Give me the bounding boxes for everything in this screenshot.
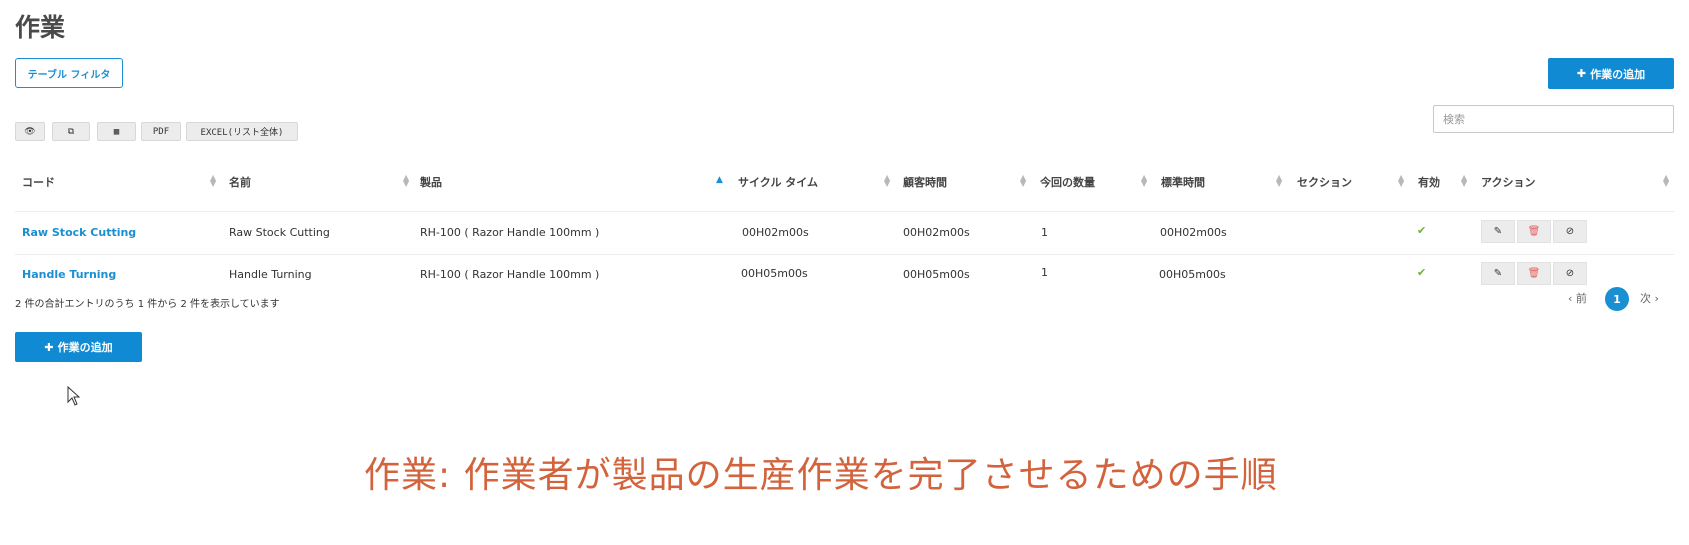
check-icon: ✔ xyxy=(1417,224,1427,237)
pagination-prev[interactable]: ‹ 前 xyxy=(1568,290,1587,306)
sort-asc-icon[interactable]: ▲ xyxy=(716,175,723,185)
column-header-section[interactable]: セクション xyxy=(1297,174,1352,190)
column-header-standard-time[interactable]: 標準時間 xyxy=(1161,174,1205,190)
sort-icon[interactable]: ▲ ▼ xyxy=(1020,174,1026,188)
row-product: RH-100 ( Razor Handle 100mm ) xyxy=(420,226,600,239)
sort-icon[interactable]: ▲ ▼ xyxy=(1276,174,1282,188)
row-customer-time: 00H05m00s xyxy=(903,268,970,281)
row-name: Raw Stock Cutting xyxy=(229,226,330,239)
column-header-name[interactable]: 名前 xyxy=(229,174,251,190)
excel-button[interactable]: EXCEL(リスト全体) xyxy=(186,122,298,141)
pdf-button[interactable]: PDF xyxy=(141,122,181,141)
disable-button[interactable]: ⊘ xyxy=(1553,262,1587,285)
column-header-actions[interactable]: アクション xyxy=(1481,174,1535,190)
csv-button[interactable]: ▦ xyxy=(97,122,136,141)
row-standard-time: 00H05m00s xyxy=(1159,268,1226,281)
disable-button[interactable]: ⊘ xyxy=(1553,220,1587,243)
divider xyxy=(15,211,1674,212)
row-quantity: 1 xyxy=(1041,226,1048,239)
divider xyxy=(15,254,1674,255)
entries-info: 2 件の合計エントリのうち 1 件から 2 件を表示しています xyxy=(15,299,280,310)
add-task-button-bottom[interactable]: ✚ 作業の追加 xyxy=(15,332,142,362)
check-icon: ✔ xyxy=(1417,266,1427,279)
add-task-label: 作業の追加 xyxy=(1590,67,1646,81)
delete-button[interactable]: 🗑 xyxy=(1517,262,1551,285)
table-filter-button[interactable]: テーブル フィルタ xyxy=(15,58,123,88)
sort-icon[interactable]: ▲ ▼ xyxy=(1141,174,1147,188)
column-header-product[interactable]: 製品 xyxy=(420,174,442,190)
column-visibility-button[interactable]: 👁 xyxy=(15,122,45,141)
ban-icon: ⊘ xyxy=(1565,226,1575,237)
copy-icon: ⧉ xyxy=(67,126,75,137)
sort-icon[interactable]: ▲ ▼ xyxy=(403,174,409,188)
mouse-cursor-icon xyxy=(67,386,81,406)
edit-icon: ✎ xyxy=(1493,226,1503,237)
plus-icon: ✚ xyxy=(44,340,54,354)
edit-button[interactable]: ✎ xyxy=(1481,220,1515,243)
row-customer-time: 00H02m00s xyxy=(903,226,970,239)
sort-icon[interactable]: ▲ ▼ xyxy=(1398,174,1404,188)
row-standard-time: 00H02m00s xyxy=(1160,226,1227,239)
add-task-button-top[interactable]: ✚ 作業の追加 xyxy=(1548,58,1674,89)
row-name: Handle Turning xyxy=(229,268,312,281)
trash-icon: 🗑 xyxy=(1527,226,1541,237)
caption-text: 作業: 作業者が製品の生産作業を完了させるための手順 xyxy=(364,455,1278,496)
column-header-quantity[interactable]: 今回の数量 xyxy=(1040,174,1095,190)
column-header-cycle-time[interactable]: サイクル タイム xyxy=(738,174,818,190)
sort-icon[interactable]: ▲ ▼ xyxy=(210,174,216,188)
grid-icon: ▦ xyxy=(113,126,120,137)
column-header-code[interactable]: コード xyxy=(22,174,55,190)
sort-icon[interactable]: ▲ ▼ xyxy=(1663,174,1669,188)
row-code-link[interactable]: Raw Stock Cutting xyxy=(22,226,136,239)
ban-icon: ⊘ xyxy=(1565,268,1575,279)
edit-button[interactable]: ✎ xyxy=(1481,262,1515,285)
edit-icon: ✎ xyxy=(1493,268,1503,279)
delete-button[interactable]: 🗑 xyxy=(1517,220,1551,243)
column-header-customer-time[interactable]: 顧客時間 xyxy=(903,174,947,190)
sort-icon[interactable]: ▲ ▼ xyxy=(884,174,890,188)
page-title: 作業 xyxy=(15,13,66,42)
add-task-label: 作業の追加 xyxy=(57,341,113,354)
row-cycle-time: 00H05m00s xyxy=(741,267,808,280)
row-cycle-time: 00H02m00s xyxy=(742,226,809,239)
row-product: RH-100 ( Razor Handle 100mm ) xyxy=(420,268,600,281)
pagination-current-page[interactable]: 1 xyxy=(1605,287,1629,311)
copy-button[interactable]: ⧉ xyxy=(52,122,90,141)
search-input[interactable] xyxy=(1433,105,1674,133)
row-code-link[interactable]: Handle Turning xyxy=(22,268,116,281)
row-quantity: 1 xyxy=(1041,266,1048,279)
sort-icon[interactable]: ▲ ▼ xyxy=(1461,174,1467,188)
pagination-next[interactable]: 次 › xyxy=(1640,290,1659,306)
trash-icon: 🗑 xyxy=(1527,268,1541,279)
column-header-enabled[interactable]: 有効 xyxy=(1418,174,1440,190)
plus-icon: ✚ xyxy=(1576,67,1587,80)
eye-icon: 👁 xyxy=(24,126,36,137)
